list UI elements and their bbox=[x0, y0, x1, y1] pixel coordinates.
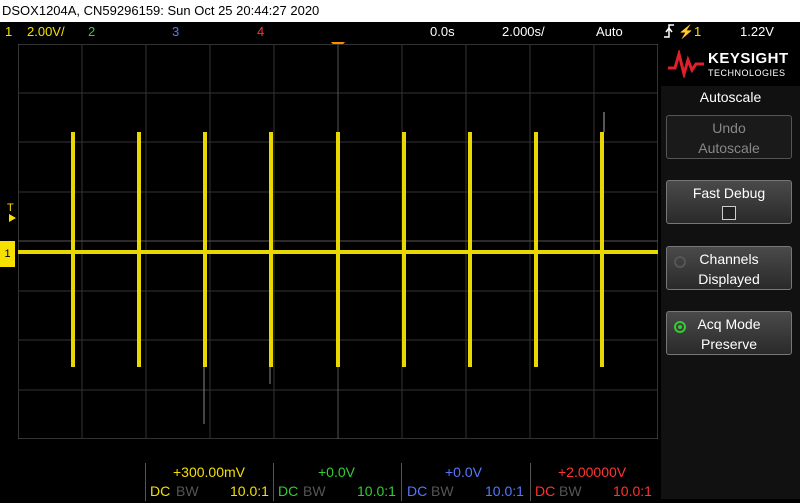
channel-divider bbox=[530, 463, 531, 501]
keysight-wave-icon bbox=[668, 50, 704, 78]
ch1-ground-marker[interactable]: 1 bbox=[0, 241, 15, 267]
trigger-level[interactable]: 1.22V bbox=[740, 22, 774, 42]
cycle-icon bbox=[674, 321, 686, 333]
ch1-offset[interactable]: +300.00mV bbox=[173, 464, 245, 480]
ch4-probe[interactable]: 10.0:1 bbox=[613, 483, 652, 499]
waveform-display[interactable] bbox=[18, 44, 658, 439]
menu-title: Autoscale bbox=[699, 89, 762, 105]
trigger-level-arrow-icon bbox=[9, 214, 16, 222]
trigger-level-marker[interactable]: T bbox=[7, 202, 14, 214]
ch2-number[interactable]: 2 bbox=[88, 22, 95, 42]
ch1-number[interactable]: 1 bbox=[5, 22, 12, 42]
trigger-mode[interactable]: Auto bbox=[596, 22, 623, 42]
ch3-probe[interactable]: 10.0:1 bbox=[485, 483, 524, 499]
trigger-lightning-icon: ⚡ bbox=[678, 24, 695, 39]
undo-autoscale-button[interactable]: Undo Autoscale bbox=[666, 115, 792, 159]
ch4-offset[interactable]: +2.00000V bbox=[558, 464, 626, 480]
acq-mode-button[interactable]: Acq Mode Preserve bbox=[666, 311, 792, 355]
fast-debug-label: Fast Debug bbox=[692, 185, 766, 201]
channels-label-2: Displayed bbox=[698, 271, 760, 287]
ch3-offset[interactable]: +0.0V bbox=[445, 464, 482, 480]
brand-name: KEYSIGHT bbox=[708, 50, 789, 67]
trigger-rising-edge-icon bbox=[663, 22, 675, 46]
fast-debug-checkbox[interactable] bbox=[722, 206, 736, 220]
keysight-logo: KEYSIGHT TECHNOLOGIES bbox=[661, 44, 800, 86]
channel-divider bbox=[145, 463, 146, 501]
ch2-probe[interactable]: 10.0:1 bbox=[357, 483, 396, 499]
ch3-coupling[interactable]: DC bbox=[407, 483, 427, 499]
time-delay[interactable]: 0.0s bbox=[430, 22, 455, 42]
brand-subtitle: TECHNOLOGIES bbox=[708, 68, 786, 78]
ch3-number[interactable]: 3 bbox=[172, 22, 179, 42]
ch4-coupling[interactable]: DC bbox=[535, 483, 555, 499]
ch2-bw[interactable]: BW bbox=[303, 483, 326, 499]
channel-info-bar: +300.00mV +0.0V +0.0V +2.00000V DC BW 10… bbox=[0, 459, 660, 503]
ch3-bw[interactable]: BW bbox=[431, 483, 454, 499]
ch1-bw[interactable]: BW bbox=[176, 483, 199, 499]
softkey-panel: KEYSIGHT TECHNOLOGIES Autoscale Undo Aut… bbox=[661, 44, 800, 499]
ch4-bw[interactable]: BW bbox=[559, 483, 582, 499]
undo-label-1: Undo bbox=[712, 120, 746, 136]
ch2-coupling[interactable]: DC bbox=[278, 483, 298, 499]
ch1-scale[interactable]: 2.00V/ bbox=[27, 22, 65, 42]
channel-divider bbox=[401, 463, 402, 501]
fast-debug-button[interactable]: Fast Debug bbox=[666, 180, 792, 224]
ch2-offset[interactable]: +0.0V bbox=[318, 464, 355, 480]
trigger-source[interactable]: 1 bbox=[694, 22, 701, 42]
title-text: DSOX1204A, CN59296159: Sun Oct 25 20:44:… bbox=[2, 3, 320, 18]
ch1-ground-label: 1 bbox=[4, 248, 11, 260]
cycle-icon bbox=[674, 256, 686, 268]
undo-label-2: Autoscale bbox=[698, 140, 760, 156]
time-scale[interactable]: 2.000s/ bbox=[502, 22, 545, 42]
acq-mode-label-2: Preserve bbox=[700, 336, 758, 352]
ch1-coupling[interactable]: DC bbox=[150, 483, 170, 499]
title-bar: DSOX1204A, CN59296159: Sun Oct 25 20:44:… bbox=[0, 0, 800, 22]
ch1-probe[interactable]: 10.0:1 bbox=[230, 483, 269, 499]
ch4-number[interactable]: 4 bbox=[257, 22, 264, 42]
channel-divider bbox=[273, 463, 274, 501]
channels-displayed-button[interactable]: Channels Displayed bbox=[666, 246, 792, 290]
status-bar: 1 2.00V/ 2 3 4 0.0s 2.000s/ Auto ⚡ 1 1.2… bbox=[0, 22, 800, 42]
